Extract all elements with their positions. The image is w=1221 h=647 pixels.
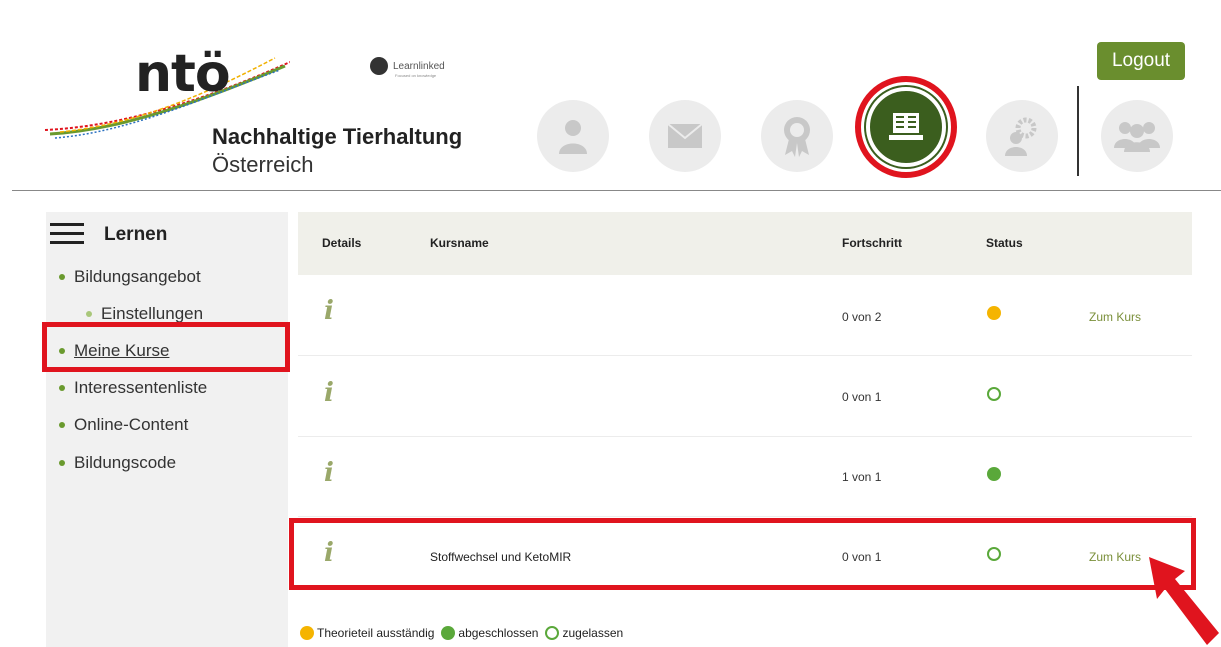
status-pending-icon xyxy=(300,626,314,640)
course-progress: 0 von 1 xyxy=(842,390,882,404)
sidebar-item-label: Interessentenliste xyxy=(74,378,208,397)
logout-button[interactable]: Logout xyxy=(1097,42,1185,80)
course-progress: 1 von 1 xyxy=(842,470,882,484)
mail-icon[interactable] xyxy=(649,100,721,172)
annotation-highlight-box xyxy=(42,322,290,372)
column-header-status: Status xyxy=(986,236,1023,250)
status-allowed-icon xyxy=(545,626,560,640)
bullet-icon xyxy=(86,311,92,317)
bullet-icon xyxy=(59,422,65,428)
nav-divider xyxy=(1077,86,1079,176)
column-header-details: Details xyxy=(322,236,362,250)
sidebar-item-bildungscode[interactable]: Bildungscode xyxy=(59,453,176,473)
status-pending-icon xyxy=(987,306,1001,320)
hamburger-menu-icon[interactable] xyxy=(50,223,84,245)
learning-icon xyxy=(866,87,946,167)
learning-nav-button[interactable] xyxy=(855,76,957,178)
header-divider xyxy=(12,190,1221,191)
sidebar-item-label: Bildungscode xyxy=(74,453,177,472)
legend-label: abgeschlossen xyxy=(458,626,539,640)
zum-kurs-link[interactable]: Zum Kurs xyxy=(1089,310,1141,324)
legend-pending: Theorieteil ausständig xyxy=(300,626,434,640)
status-done-icon xyxy=(441,626,456,640)
annotation-arrow-icon xyxy=(1149,557,1219,645)
info-icon[interactable]: i xyxy=(324,458,334,488)
bullet-icon xyxy=(59,274,65,280)
partner-logo-mark xyxy=(370,57,388,75)
row-divider xyxy=(298,436,1192,437)
partner-logo-name: Learnlinked xyxy=(393,60,445,72)
legend-done: abgeschlossen xyxy=(441,626,538,640)
logo-text: ntö xyxy=(135,44,231,104)
column-header-progress: Fortschritt xyxy=(842,236,902,250)
group-icon[interactable] xyxy=(1101,100,1173,172)
course-progress: 0 von 2 xyxy=(842,310,882,324)
status-legend: Theorieteil ausständig abgeschlossen zug… xyxy=(300,626,630,640)
sidebar-item-interessentenliste[interactable]: Interessentenliste xyxy=(59,378,207,398)
profile-icon[interactable] xyxy=(537,100,609,172)
sidebar-item-bildungsangebot[interactable]: Bildungsangebot xyxy=(59,267,201,287)
status-done-icon xyxy=(987,467,1001,481)
sidebar-title: Lernen xyxy=(104,224,168,245)
info-icon[interactable]: i xyxy=(324,296,334,326)
sidebar-item-label: Bildungsangebot xyxy=(74,267,201,286)
row-divider xyxy=(298,355,1192,356)
admin-settings-icon[interactable] xyxy=(986,100,1058,172)
certificate-icon[interactable] xyxy=(761,100,833,172)
legend-allowed: zugelassen xyxy=(545,626,623,640)
brand-country: Österreich xyxy=(212,152,314,177)
status-allowed-icon xyxy=(987,387,1001,401)
brand-name: Nachhaltige Tierhaltung xyxy=(212,124,463,149)
sidebar-item-online-content[interactable]: Online-Content xyxy=(59,415,188,435)
legend-label: Theorieteil ausständig xyxy=(317,626,435,640)
annotation-highlight-box xyxy=(289,518,1196,590)
column-header-name: Kursname xyxy=(430,236,489,250)
sidebar-item-label: Einstellungen xyxy=(101,304,204,323)
bullet-icon xyxy=(59,385,65,391)
sidebar-item-label: Online-Content xyxy=(74,415,189,434)
row-divider xyxy=(298,516,1192,517)
sidebar-item-einstellungen[interactable]: Einstellungen xyxy=(86,304,203,324)
legend-label: zugelassen xyxy=(562,626,624,640)
info-icon[interactable]: i xyxy=(324,378,334,408)
bullet-icon xyxy=(59,460,65,466)
partner-tagline: Focused on knowledge xyxy=(395,73,437,78)
